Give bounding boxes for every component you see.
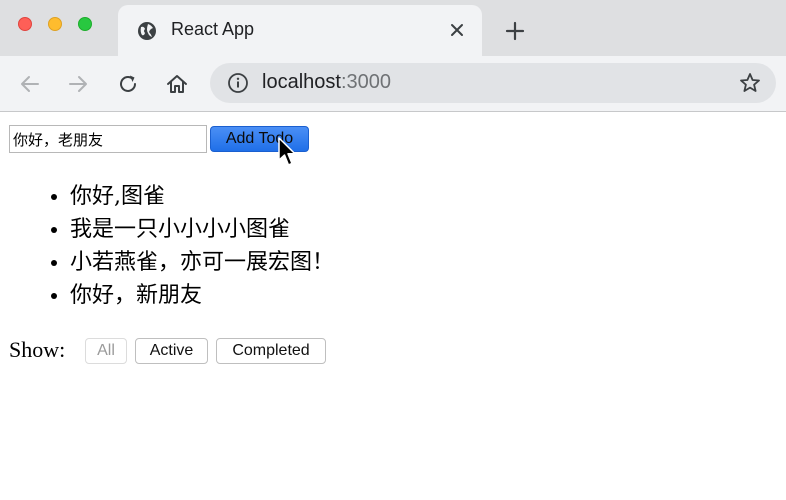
todo-item[interactable]: 你好，新朋友 — [70, 279, 334, 312]
reload-icon[interactable] — [116, 72, 140, 96]
todo-item[interactable]: 小若燕雀，亦可一展宏图！ — [70, 246, 334, 279]
todo-item[interactable]: 你好,图雀 — [70, 180, 334, 213]
url-port: :3000 — [340, 71, 391, 93]
tab-title: React App — [171, 19, 255, 39]
filter-active-button[interactable]: Active — [135, 338, 208, 364]
url-host: localhost — [262, 71, 341, 93]
todo-item[interactable]: 我是一只小小小小图雀 — [70, 213, 334, 246]
globe-icon — [138, 22, 156, 40]
address-bar[interactable]: localhost:3000 — [210, 63, 776, 103]
address-url[interactable]: localhost:3000 — [262, 71, 391, 94]
todo-list: 你好,图雀 我是一只小小小小图雀 小若燕雀，亦可一展宏图！ 你好，新朋友 — [0, 180, 334, 312]
todo-input[interactable] — [9, 125, 207, 153]
new-tab-icon[interactable] — [504, 20, 526, 42]
home-icon[interactable] — [165, 72, 189, 96]
window-zoom-button[interactable] — [78, 17, 92, 31]
mouse-cursor-icon — [278, 137, 296, 166]
info-icon[interactable] — [227, 72, 249, 94]
back-arrow-icon[interactable] — [18, 72, 42, 96]
browser-tab[interactable]: React App — [118, 5, 482, 56]
browser-toolbar: localhost:3000 — [0, 56, 786, 112]
bookmark-star-icon[interactable] — [738, 71, 762, 95]
filter-all-button[interactable]: All — [85, 338, 127, 364]
forward-arrow-icon[interactable] — [66, 72, 90, 96]
page-content: Add Todo 你好,图雀 我是一只小小小小图雀 小若燕雀，亦可一展宏图！ 你… — [0, 112, 786, 500]
filter-label: Show: — [9, 337, 66, 362]
window-minimize-button[interactable] — [48, 17, 62, 31]
filter-completed-button[interactable]: Completed — [216, 338, 326, 364]
window-close-button[interactable] — [18, 17, 32, 31]
tab-close-icon[interactable] — [448, 21, 466, 39]
browser-tabstrip: React App — [0, 0, 786, 56]
